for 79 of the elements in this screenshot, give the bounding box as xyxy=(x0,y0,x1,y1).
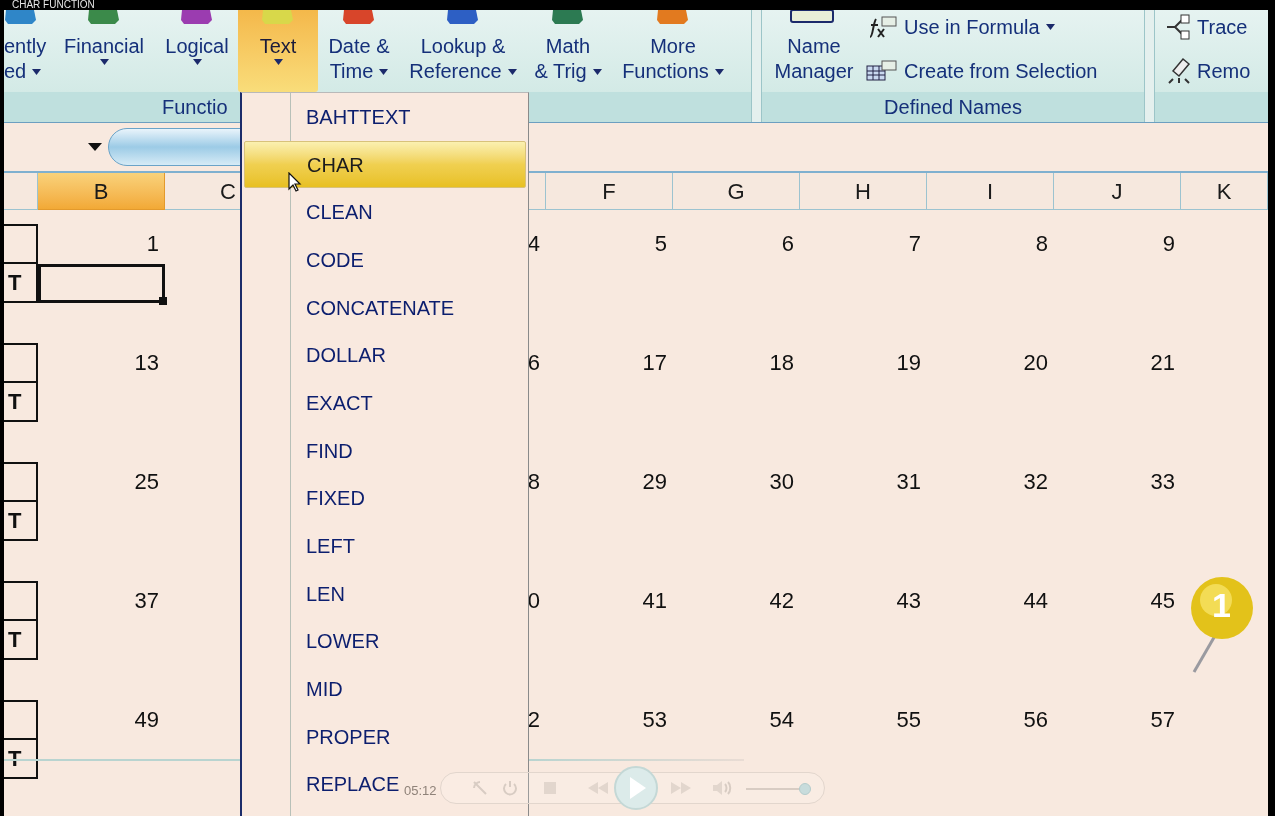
table-cell: T xyxy=(4,620,38,661)
ribbon-button[interactable]: Logical xyxy=(156,10,238,92)
ribbon-button[interactable]: Use in Formula xyxy=(866,12,1098,42)
table-cell-text: 5 xyxy=(653,230,668,259)
table-cell-text: 9 xyxy=(1161,230,1176,259)
table-cell-text: 43 xyxy=(895,587,922,616)
table-cell-text: 33 xyxy=(1149,468,1176,497)
table-cell: T xyxy=(4,263,38,304)
menu-item[interactable]: BAHTTEXT xyxy=(306,93,411,141)
table-cell-text: 57 xyxy=(1149,706,1176,735)
table-cell-text: 2 xyxy=(526,706,541,735)
menu-item[interactable]: FIXED xyxy=(306,474,365,523)
table-cell-text: 54 xyxy=(768,706,795,735)
table-cell-text: 49 xyxy=(133,706,160,735)
menu-item[interactable]: LEFT xyxy=(306,522,355,570)
table-cell-text: 56 xyxy=(1022,706,1049,735)
column-header[interactable]: K xyxy=(1181,173,1268,210)
table-cell-text: 45 xyxy=(1149,587,1176,616)
table-cell-text: 30 xyxy=(768,468,795,497)
video-title: CHAR FUNCTION xyxy=(12,0,95,10)
table-cell-text: 21 xyxy=(1149,349,1176,378)
menu-item[interactable]: REPLACE xyxy=(306,760,400,809)
ribbon-button[interactable]: ently ed xyxy=(4,10,52,92)
table-cell-text: 37 xyxy=(133,587,160,616)
ribbon-button[interactable]: Lookup & Reference xyxy=(400,10,526,92)
table-cell-text: 17 xyxy=(641,349,668,378)
menu-item[interactable]: LOWER xyxy=(306,617,380,666)
menu-item[interactable]: CHAR xyxy=(244,140,526,189)
table-cell-text: 53 xyxy=(641,706,668,735)
ribbon-button[interactable]: Trace xyxy=(1165,12,1251,42)
table-cell-text: 13 xyxy=(133,349,160,378)
ribbon-button[interactable]: Financial xyxy=(52,10,156,92)
menu-item[interactable]: CLEAN xyxy=(306,188,373,237)
table-cell-text: 6 xyxy=(526,349,541,378)
menu-item[interactable]: CONCATENATE xyxy=(306,283,455,332)
group-label: Functio xyxy=(162,95,228,120)
column-header[interactable]: G xyxy=(673,173,800,210)
table-cell-text: 19 xyxy=(895,349,922,378)
column-header[interactable]: I xyxy=(927,173,1054,210)
table-cell-text: 44 xyxy=(1022,587,1049,616)
name-manager-button[interactable]: Name Manager xyxy=(762,10,866,92)
table-cell-text: 42 xyxy=(768,587,795,616)
ribbon-button[interactable]: More Functions xyxy=(610,10,736,92)
column-header[interactable]: H xyxy=(800,173,927,210)
column-header[interactable]: J xyxy=(1054,173,1181,210)
ribbon-button[interactable]: Math & Trig xyxy=(526,10,610,92)
table-cell-text: 20 xyxy=(1022,349,1049,378)
menu-item[interactable]: CODE xyxy=(306,236,364,284)
menu-item[interactable]: EXACT xyxy=(306,379,373,427)
table-cell-text: 4 xyxy=(526,230,541,259)
table-cell-text: 8 xyxy=(1034,230,1049,259)
column-header[interactable]: F xyxy=(546,173,673,210)
ribbon-button[interactable]: Create from Selection xyxy=(866,56,1098,86)
table-cell-text: 29 xyxy=(641,468,668,497)
menu-item[interactable]: MID xyxy=(306,665,343,713)
table-cell-text: 1 xyxy=(145,230,160,259)
time-label: 05:12 xyxy=(404,782,437,800)
table-cell: T xyxy=(4,382,38,423)
table-cell-text: 31 xyxy=(895,468,922,497)
table-cell-text: 41 xyxy=(641,587,668,616)
menu-item[interactable]: LEN xyxy=(306,569,345,618)
ribbon-button[interactable]: Date & Time xyxy=(318,10,400,92)
table-cell-text: 25 xyxy=(133,468,160,497)
table-cell-text: 7 xyxy=(907,230,922,259)
menu-item[interactable]: FIND xyxy=(306,426,353,475)
table-cell-text: 18 xyxy=(768,349,795,378)
table-cell-text: 32 xyxy=(1022,468,1049,497)
table-cell-text: 55 xyxy=(895,706,922,735)
group-label: Defined Names xyxy=(884,95,1022,120)
table-cell-text: 8 xyxy=(526,468,541,497)
table-cell: T xyxy=(4,501,38,542)
table-cell-text: 0 xyxy=(526,587,541,616)
pin-number: 1 xyxy=(1212,588,1231,622)
column-header[interactable]: B xyxy=(38,173,165,210)
ribbon-button[interactable]: Remo xyxy=(1165,56,1251,86)
ribbon-button[interactable]: Text xyxy=(238,10,318,92)
menu-item[interactable]: DOLLAR xyxy=(306,331,387,380)
menu-item[interactable]: PROPER xyxy=(306,712,391,761)
table-cell-text: 6 xyxy=(780,230,795,259)
